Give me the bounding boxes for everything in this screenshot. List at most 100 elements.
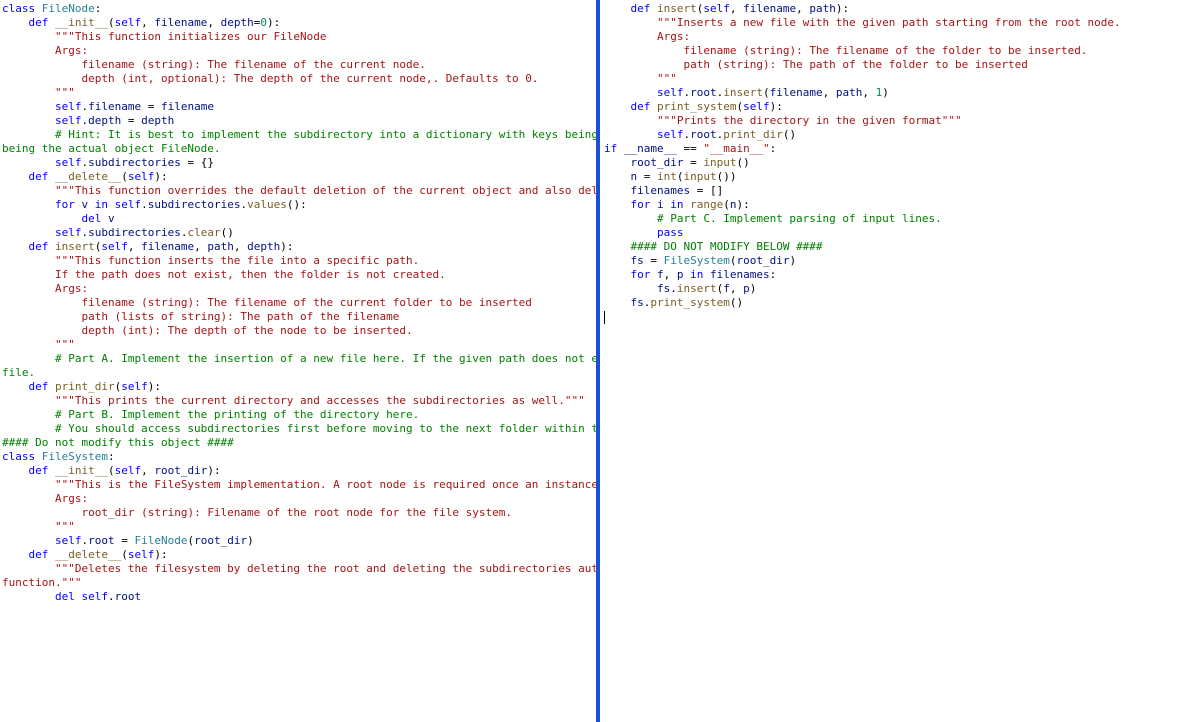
code-line[interactable]: # Hint: It is best to implement the subd… (2, 128, 596, 142)
code-token: values (247, 198, 287, 211)
code-line[interactable]: file. (2, 366, 596, 380)
code-line[interactable]: def __init__(self, root_dir): (2, 464, 596, 478)
code-token: , (796, 2, 809, 15)
code-line[interactable]: # Part B. Implement the printing of the … (2, 408, 596, 422)
code-line[interactable]: """This is the FileSystem implementation… (2, 478, 596, 492)
code-line[interactable]: def __init__(self, filename, depth=0): (2, 16, 596, 30)
code-line[interactable]: If the path does not exist, then the fol… (2, 268, 596, 282)
code-line[interactable]: class FileNode: (2, 2, 596, 16)
code-line[interactable]: """Inserts a new file with the given pat… (604, 16, 1200, 30)
code-line[interactable]: """This function overrides the default d… (2, 184, 596, 198)
code-token: #### DO NOT MODIFY BELOW #### (631, 240, 823, 253)
code-line[interactable]: Args: (2, 492, 596, 506)
code-line[interactable]: filename (string): The filename of the f… (604, 44, 1200, 58)
code-line[interactable]: self.subdirectories.clear() (2, 226, 596, 240)
code-line[interactable]: def insert(self, filename, path): (604, 2, 1200, 16)
code-line[interactable]: self.filename = filename (2, 100, 596, 114)
code-token (2, 534, 55, 547)
code-token (2, 562, 55, 575)
code-line[interactable]: pass (604, 226, 1200, 240)
code-line[interactable]: Args: (2, 44, 596, 58)
code-line[interactable]: filenames = [] (604, 184, 1200, 198)
code-token: """ (657, 72, 677, 85)
code-token: = (121, 114, 141, 127)
code-line[interactable]: """ (2, 520, 596, 534)
code-token: = (683, 156, 703, 169)
code-line[interactable]: # Part A. Implement the insertion of a n… (2, 352, 596, 366)
code-line[interactable]: self.root = FileNode(root_dir) (2, 534, 596, 548)
code-line[interactable]: # Part C. Implement parsing of input lin… (604, 212, 1200, 226)
code-line[interactable]: for i in range(n): (604, 198, 1200, 212)
code-line[interactable]: fs.print_system() (604, 296, 1200, 310)
code-line[interactable]: Args: (2, 282, 596, 296)
code-line[interactable]: #### DO NOT MODIFY BELOW #### (604, 240, 1200, 254)
code-token (604, 268, 631, 281)
code-line[interactable]: def print_dir(self): (2, 380, 596, 394)
code-line[interactable]: def __delete__(self): (2, 170, 596, 184)
code-line[interactable]: # You should access subdirectories first… (2, 422, 596, 436)
editor-pane-left[interactable]: class FileNode: def __init__(self, filen… (0, 0, 596, 722)
code-line[interactable]: for v in self.subdirectories.values(): (2, 198, 596, 212)
code-line[interactable]: """ (2, 86, 596, 100)
code-token: """This prints the current directory and… (55, 394, 585, 407)
code-line[interactable]: del v (2, 212, 596, 226)
code-line[interactable]: path (string): The path of the folder to… (604, 58, 1200, 72)
code-token: self (115, 198, 142, 211)
code-line[interactable]: def print_system(self): (604, 100, 1200, 114)
code-line[interactable]: class FileSystem: (2, 450, 596, 464)
code-token (604, 114, 657, 127)
code-line[interactable]: """ (604, 72, 1200, 86)
code-line[interactable]: filename (string): The filename of the c… (2, 296, 596, 310)
code-token (2, 492, 55, 505)
code-line[interactable]: def __delete__(self): (2, 548, 596, 562)
code-line[interactable]: root_dir (string): Filename of the root … (2, 506, 596, 520)
code-line[interactable]: del self.root (2, 590, 596, 604)
code-line[interactable]: """This function initializes our FileNod… (2, 30, 596, 44)
code-token: depth (88, 114, 121, 127)
code-line[interactable]: self.root.print_dir() (604, 128, 1200, 142)
code-line[interactable]: """This prints the current directory and… (2, 394, 596, 408)
code-token (2, 44, 55, 57)
code-line[interactable]: path (lists of string): The path of the … (2, 310, 596, 324)
code-line[interactable]: fs = FileSystem(root_dir) (604, 254, 1200, 268)
code-line[interactable]: depth (int): The depth of the node to be… (2, 324, 596, 338)
code-line[interactable] (604, 310, 1200, 324)
code-line[interactable]: self.root.insert(filename, path, 1) (604, 86, 1200, 100)
code-line[interactable]: self.depth = depth (2, 114, 596, 128)
code-line[interactable]: """This function inserts the file into a… (2, 254, 596, 268)
code-token: root_dir (736, 254, 789, 267)
code-line[interactable]: root_dir = input() (604, 156, 1200, 170)
code-token: path (809, 2, 836, 15)
code-line[interactable]: if __name__ == "__main__": (604, 142, 1200, 156)
code-line[interactable]: self.subdirectories = {} (2, 156, 596, 170)
code-line[interactable]: """Deletes the filesystem by deleting th… (2, 562, 596, 576)
code-line[interactable]: n = int(input()) (604, 170, 1200, 184)
code-token (604, 86, 657, 99)
code-token: , (128, 240, 141, 253)
code-line[interactable]: #### Do not modify this object #### (2, 436, 596, 450)
code-token: """ (55, 338, 75, 351)
code-token (2, 548, 29, 561)
code-line[interactable]: function.""" (2, 576, 596, 590)
code-line[interactable]: filename (string): The filename of the c… (2, 58, 596, 72)
code-token (2, 254, 55, 267)
code-token: Args: (657, 30, 690, 43)
code-token (604, 296, 631, 309)
code-token: print_system (657, 100, 736, 113)
code-line[interactable]: for f, p in filenames: (604, 268, 1200, 282)
code-line[interactable]: """ (2, 338, 596, 352)
code-line[interactable]: depth (int, optional): The depth of the … (2, 72, 596, 86)
code-line[interactable]: """Prints the directory in the given for… (604, 114, 1200, 128)
code-line[interactable]: Args: (604, 30, 1200, 44)
code-line[interactable]: def insert(self, filename, path, depth): (2, 240, 596, 254)
editor-pane-right[interactable]: def insert(self, filename, path): """Ins… (600, 0, 1200, 722)
code-token: in (95, 198, 108, 211)
code-token (48, 380, 55, 393)
code-token: If the path does not exist, then the fol… (55, 268, 446, 281)
code-line[interactable]: fs.insert(f, p) (604, 282, 1200, 296)
code-token: """ (55, 520, 75, 533)
code-token: def (29, 16, 49, 29)
code-line[interactable]: being the actual object FileNode. (2, 142, 596, 156)
code-token: fs (631, 296, 644, 309)
code-token: ( (121, 548, 128, 561)
